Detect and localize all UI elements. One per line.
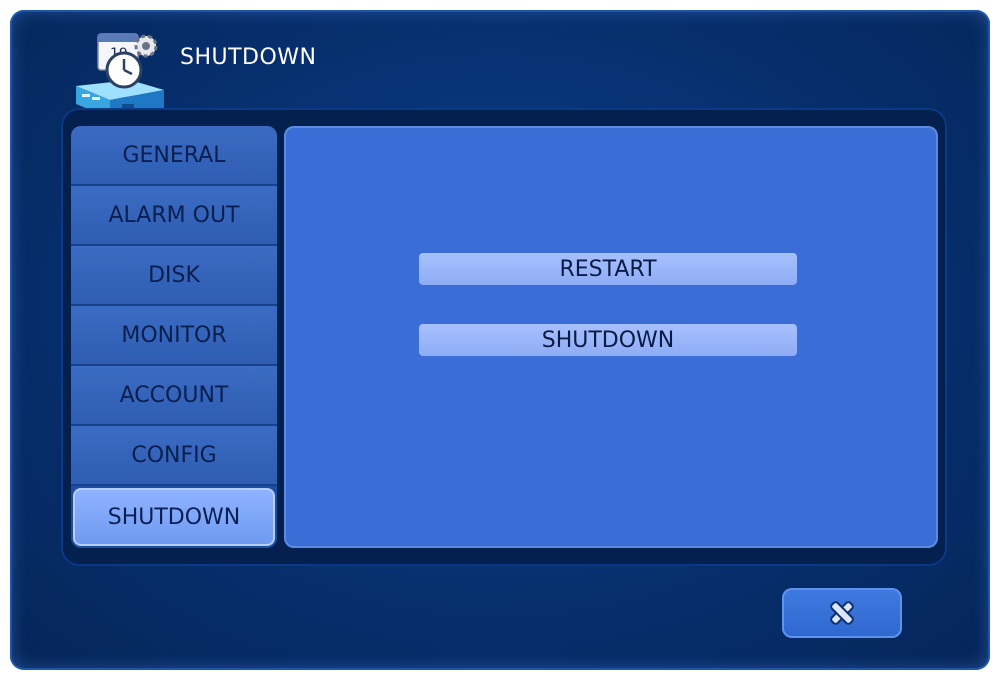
close-button[interactable] xyxy=(782,588,902,638)
tab-disk[interactable]: DISK xyxy=(71,246,277,306)
tab-general[interactable]: GENERAL xyxy=(71,126,277,186)
tab-config[interactable]: CONFIG xyxy=(71,426,277,486)
shutdown-content: RESTART SHUTDOWN xyxy=(284,126,938,548)
tab-account[interactable]: ACCOUNT xyxy=(71,366,277,426)
page-title: SHUTDOWN xyxy=(180,45,317,70)
restart-button[interactable]: RESTART xyxy=(419,253,797,285)
close-x-icon xyxy=(830,601,854,625)
tab-alarm-out[interactable]: ALARM OUT xyxy=(71,186,277,246)
shutdown-button[interactable]: SHUTDOWN xyxy=(419,324,797,356)
clock-calendar-device-icon: 19 xyxy=(76,33,164,118)
tab-shutdown[interactable]: SHUTDOWN xyxy=(73,488,275,546)
sidebar-tabs: GENERAL ALARM OUT DISK MONITOR ACCOUNT C… xyxy=(71,126,277,548)
tab-monitor[interactable]: MONITOR xyxy=(71,306,277,366)
